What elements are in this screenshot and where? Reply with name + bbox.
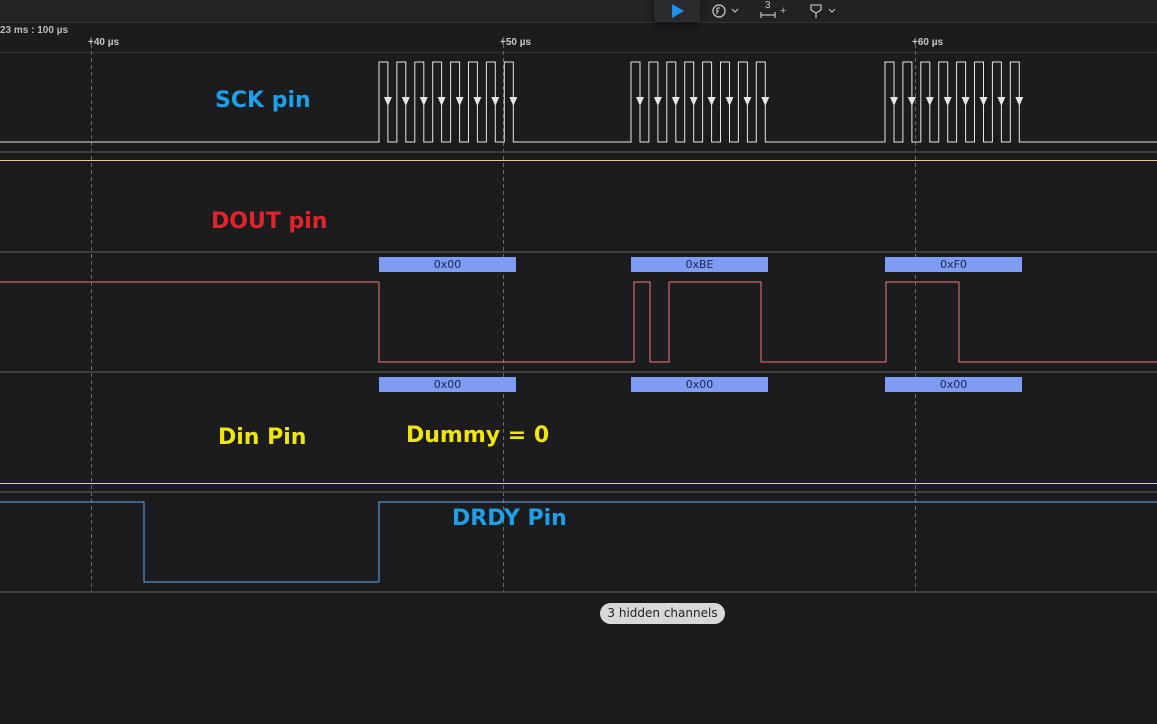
- falling-edge-arrow-icon: [491, 97, 500, 106]
- dout-decoded-byte[interactable]: 0xBE: [631, 257, 768, 272]
- falling-edge-arrow-icon: [1015, 97, 1024, 106]
- din-decoded-byte[interactable]: 0x00: [885, 377, 1022, 392]
- falling-edge-arrow-icon: [743, 97, 752, 106]
- dout-waveform: [0, 281, 1157, 363]
- falling-edge-arrow-icon: [707, 97, 716, 106]
- falling-edge-arrow-icon: [943, 97, 952, 106]
- falling-edge-arrow-icon: [455, 97, 464, 106]
- falling-edge-arrow-icon: [761, 97, 770, 106]
- falling-edge-arrow-icon: [473, 97, 482, 106]
- falling-edge-arrow-icon: [925, 97, 934, 106]
- dout-decoded-byte[interactable]: 0x00: [379, 257, 516, 272]
- dummy-annotation: Dummy = 0: [406, 423, 550, 448]
- dout-decoded-byte[interactable]: 0xF0: [885, 257, 1022, 272]
- falling-edge-arrow-icon: [653, 97, 662, 106]
- drdy-waveform: [0, 501, 1157, 583]
- sck-pin-label: SCK pin: [215, 88, 311, 113]
- falling-edge-arrow-icon: [890, 97, 898, 106]
- falling-edge-arrow-icon: [979, 97, 988, 106]
- falling-edge-arrow-icon: [961, 97, 970, 106]
- hidden-channels-button[interactable]: 3 hidden channels: [600, 603, 725, 624]
- falling-edge-arrow-icon: [907, 97, 916, 106]
- din-decoded-byte[interactable]: 0x00: [631, 377, 768, 392]
- falling-edge-arrow-icon: [689, 97, 698, 106]
- drdy-pin-label: DRDY Pin: [452, 506, 567, 531]
- falling-edge-arrow-icon: [636, 97, 644, 106]
- sck-waveform: [0, 61, 1157, 143]
- falling-edge-arrow-icon: [725, 97, 734, 106]
- falling-edge-arrow-icon: [997, 97, 1006, 106]
- falling-edge-arrow-icon: [671, 97, 680, 106]
- falling-edge-arrow-icon: [419, 97, 428, 106]
- falling-edge-arrow-icon: [509, 97, 518, 106]
- dout-pin-label: DOUT pin: [211, 209, 328, 234]
- din-decoded-byte[interactable]: 0x00: [379, 377, 516, 392]
- falling-edge-arrow-icon: [401, 97, 410, 106]
- waveform-area[interactable]: [0, 0, 1157, 724]
- din-pin-label: Din Pin: [218, 425, 307, 450]
- channel-separators: [0, 151, 1157, 593]
- falling-edge-arrow-icon: [383, 97, 392, 106]
- falling-edge-arrow-icon: [437, 97, 446, 106]
